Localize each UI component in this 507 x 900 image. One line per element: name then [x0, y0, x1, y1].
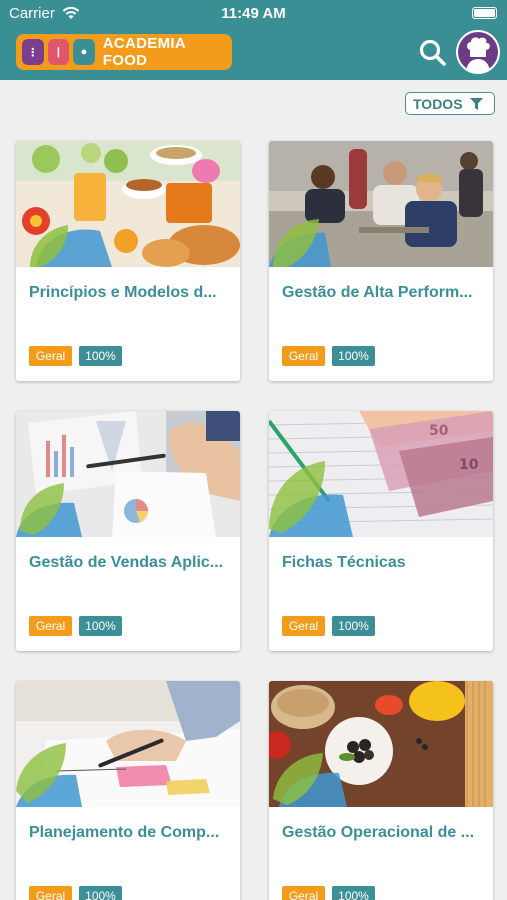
category-badge: Geral	[282, 346, 325, 366]
course-card[interactable]: Gestão Operacional de ... Geral 100%	[269, 681, 493, 900]
battery-icon	[472, 7, 497, 19]
course-image	[269, 141, 493, 267]
course-title: Gestão de Vendas Aplic...	[29, 554, 224, 571]
course-card[interactable]: Planejamento de Comp... Geral 100%	[16, 681, 240, 900]
progress-badge: 100%	[79, 346, 122, 366]
course-image	[269, 681, 493, 807]
filter-label: TODOS	[413, 95, 463, 112]
course-card[interactable]: Gestão de Vendas Aplic... Geral 100%	[16, 411, 240, 651]
course-title: Fichas Técnicas	[282, 554, 406, 571]
category-badge: Geral	[29, 616, 72, 636]
app-header: Carrier 11:49 AM ⋮ | ● ACADEMIA FOOD	[0, 0, 507, 80]
course-card[interactable]: Gestão de Alta Perform... Geral 100%	[269, 141, 493, 381]
app-logo[interactable]: ⋮ | ● ACADEMIA FOOD	[16, 34, 232, 70]
progress-badge: 100%	[332, 886, 375, 900]
course-title: Planejamento de Comp...	[29, 824, 220, 841]
search-icon[interactable]	[418, 38, 448, 68]
course-title: Princípios e Modelos d...	[29, 284, 217, 301]
filter-dropdown-button[interactable]: TODOS	[405, 92, 495, 115]
category-badge: Geral	[282, 886, 325, 900]
chef-avatar-icon	[456, 30, 500, 74]
course-image	[16, 141, 240, 267]
course-image	[16, 681, 240, 807]
category-badge: Geral	[29, 886, 72, 900]
progress-badge: 100%	[79, 616, 122, 636]
avatar[interactable]	[456, 30, 500, 74]
course-card[interactable]: 50 10 Fichas Técnicas Geral 100%	[269, 411, 493, 651]
funnel-icon	[469, 97, 483, 110]
course-title: Gestão de Alta Perform...	[282, 284, 473, 301]
category-badge: Geral	[282, 616, 325, 636]
course-image: 50 10	[269, 411, 493, 537]
logo-fork-icon: ⋮	[22, 39, 44, 65]
logo-text: ACADEMIA FOOD	[102, 35, 186, 69]
svg-text:50: 50	[429, 423, 449, 439]
clock: 11:49 AM	[221, 5, 286, 22]
logo-knife-icon: |	[47, 39, 70, 65]
progress-badge: 100%	[79, 886, 122, 900]
progress-badge: 100%	[332, 616, 375, 636]
svg-text:10: 10	[459, 457, 479, 473]
status-bar: Carrier 11:49 AM	[0, 0, 507, 28]
category-badge: Geral	[29, 346, 72, 366]
course-card[interactable]: Princípios e Modelos d... Geral 100%	[16, 141, 240, 381]
logo-spoon-icon: ●	[73, 39, 95, 65]
course-image	[16, 411, 240, 537]
progress-badge: 100%	[332, 346, 375, 366]
course-title: Gestão Operacional de ...	[282, 824, 475, 841]
